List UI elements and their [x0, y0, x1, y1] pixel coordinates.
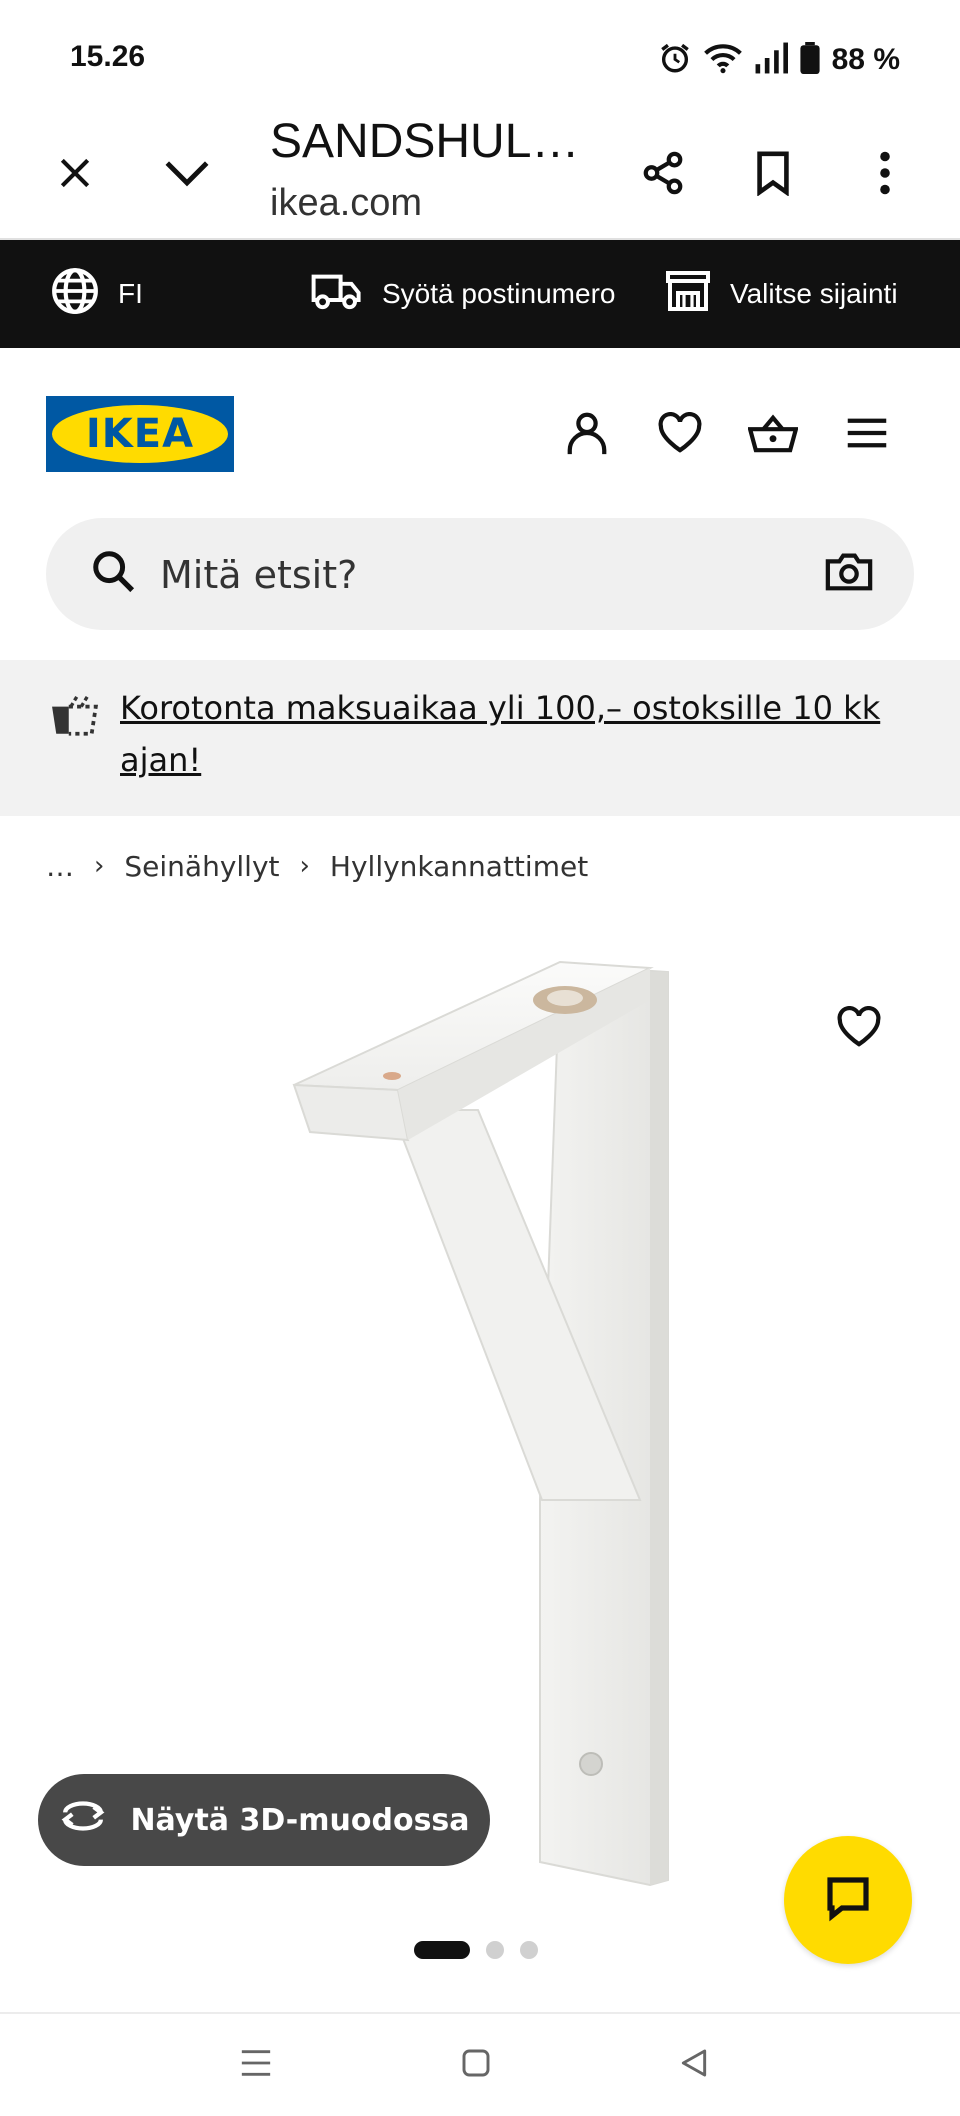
page-title[interactable]: SANDSHUL…	[270, 114, 579, 169]
breadcrumb-item-ellipsis[interactable]: …	[46, 850, 74, 883]
more-vert-icon	[879, 151, 891, 199]
home-icon	[460, 2047, 492, 2083]
bookmark-icon	[754, 150, 792, 200]
home-button[interactable]	[436, 2032, 516, 2098]
globe-icon	[50, 266, 100, 323]
add-to-favorites-icon[interactable]	[836, 1006, 882, 1052]
postcode-label: Syötä postinumero	[382, 278, 616, 309]
profile-button[interactable]	[552, 400, 622, 470]
logo-oval: IKEA	[52, 405, 228, 463]
basket-icon	[747, 412, 799, 458]
carousel-dot[interactable]	[520, 1941, 538, 1959]
status-icons: 88 %	[658, 40, 900, 80]
promo-banner: Korotonta maksuaikaa yli 100,– ostoksill…	[0, 660, 960, 816]
logo-text: IKEA	[85, 411, 195, 457]
status-bar: 15.26 88 %	[0, 0, 960, 110]
share-button[interactable]	[628, 140, 698, 210]
search-input[interactable]	[158, 518, 802, 632]
more-options-button[interactable]	[850, 140, 920, 210]
shopping-basket-button[interactable]	[738, 400, 808, 470]
utility-bar: FI Syötä postinumero Valitse sijainti	[0, 240, 960, 348]
delivery-truck-icon	[310, 270, 364, 319]
language-label: FI	[118, 278, 143, 309]
view-3d-label: Näytä 3D-muodossa	[130, 1802, 470, 1838]
chat-icon	[823, 1874, 873, 1926]
breadcrumb: … › Seinähyllyt › Hyllynkannattimet	[46, 846, 588, 886]
share-icon	[640, 150, 686, 200]
back-icon	[678, 2047, 710, 2083]
battery-icon	[800, 42, 820, 78]
rotate-3d-icon	[58, 1798, 108, 1842]
back-button[interactable]	[654, 2032, 734, 2098]
promo-link[interactable]: Korotonta maksuaikaa yli 100,– ostoksill…	[120, 682, 920, 786]
search-bar	[46, 518, 914, 632]
chevron-right-icon: ›	[94, 851, 105, 881]
signal-icon	[754, 42, 788, 78]
location-label: Valitse sijainti	[730, 278, 898, 309]
postcode-button[interactable]: Syötä postinumero	[310, 240, 615, 348]
profile-icon	[564, 410, 610, 460]
recent-apps-button[interactable]	[216, 2032, 296, 2098]
breadcrumb-item-shelf-brackets[interactable]: Hyllynkannattimet	[330, 850, 588, 883]
product-image[interactable]	[0, 900, 960, 1900]
language-selector[interactable]: FI	[50, 240, 143, 348]
search-icon	[90, 548, 136, 598]
chat-button[interactable]	[784, 1836, 912, 1964]
heart-icon	[657, 412, 703, 458]
page-domain[interactable]: ikea.com	[270, 182, 422, 225]
main-menu-button[interactable]	[832, 400, 902, 470]
alarm-icon	[658, 41, 692, 79]
recent-apps-icon	[239, 2048, 273, 2082]
store-icon	[664, 269, 712, 320]
menu-icon	[846, 417, 888, 453]
carousel-indicator	[414, 1941, 538, 1959]
bookmark-button[interactable]	[738, 140, 808, 210]
view-3d-button[interactable]: Näytä 3D-muodossa	[38, 1774, 490, 1866]
minimize-button[interactable]	[152, 140, 222, 210]
wifi-icon	[703, 41, 742, 79]
breadcrumb-item-wall-shelves[interactable]: Seinähyllyt	[124, 850, 279, 883]
close-tab-button[interactable]	[40, 140, 110, 210]
system-navigation-bar	[0, 2012, 960, 2116]
chevron-right-icon: ›	[299, 851, 310, 881]
wishlist-button[interactable]	[645, 400, 715, 470]
close-icon	[56, 154, 94, 196]
store-location-button[interactable]: Valitse sijainti	[664, 240, 898, 348]
camera-search-icon[interactable]	[824, 548, 874, 598]
ikea-logo[interactable]: IKEA	[46, 396, 234, 472]
shopping-bag-icon	[50, 694, 100, 740]
carousel-dot[interactable]	[486, 1941, 504, 1959]
status-time: 15.26	[70, 40, 146, 73]
carousel-dot-active[interactable]	[414, 1941, 470, 1959]
chevron-down-icon	[164, 158, 210, 192]
browser-toolbar: SANDSHUL… ikea.com	[0, 110, 960, 240]
battery-percentage: 88 %	[831, 43, 900, 76]
